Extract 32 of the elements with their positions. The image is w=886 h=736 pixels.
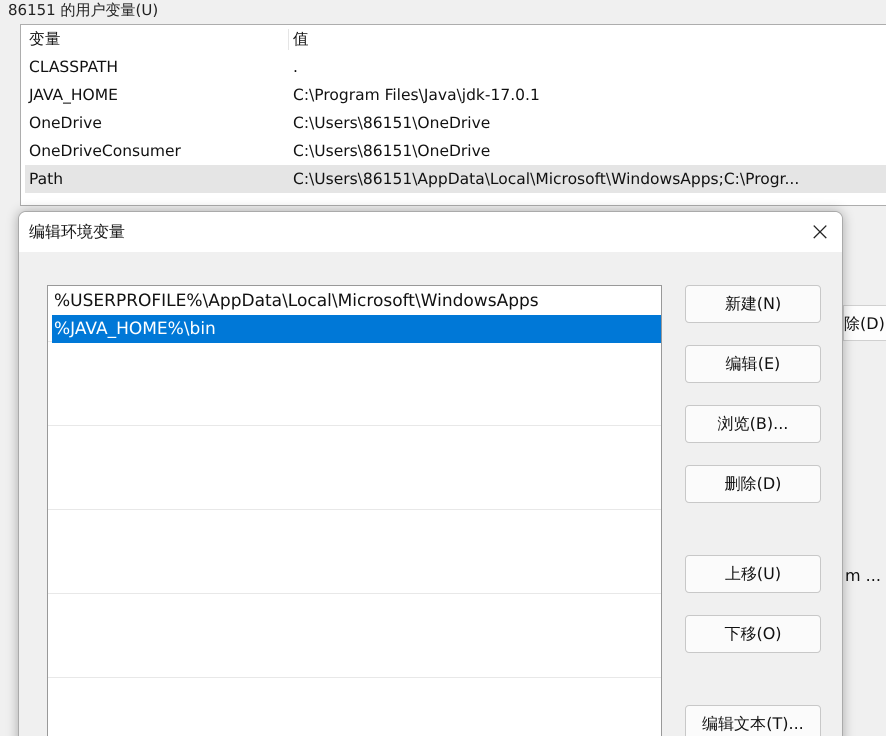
- path-list[interactable]: %USERPROFILE%\AppData\Local\Microsoft\WindowsApps %JAVA_HOME%\bin: [47, 285, 662, 736]
- table-row[interactable]: OneDrive C:\Users\86151\OneDrive: [25, 109, 886, 137]
- table-row[interactable]: JAVA_HOME C:\Program Files\Java\jdk-17.0.1: [25, 81, 886, 109]
- table-cell-text: C:\Users\86151\OneDrive: [292, 142, 492, 160]
- table-row[interactable]: CLASSPATH .: [25, 53, 886, 81]
- list-item[interactable]: %USERPROFILE%\AppData\Local\Microsoft\WindowsApps: [52, 287, 661, 315]
- table-cell-text: Path: [28, 170, 64, 188]
- table-row[interactable]: Path C:\Users\86151\AppData\Local\Microsoft\WindowsApps;C:\Progr...: [25, 165, 886, 193]
- table-cell-text: JAVA_HOME: [27, 86, 119, 104]
- column-header[interactable]: 变量: [25, 28, 289, 50]
- table-cell-text: C:\Users\86151\OneDrive: [292, 114, 492, 132]
- table-cell-text: .: [292, 58, 299, 76]
- table-cell-text: C:\Users\86151\AppData\Local\Microsoft\WindowsApps;C:\Progr...: [292, 170, 800, 188]
- dialog-button[interactable]: 浏览(B)...: [685, 405, 821, 443]
- close-button[interactable]: ×: [798, 212, 842, 252]
- table-cell-text: OneDrive: [28, 114, 103, 132]
- list-item[interactable]: %JAVA_HOME%\bin: [52, 315, 661, 343]
- table-cell-text: CLASSPATH: [28, 58, 119, 76]
- dialog-title: 编辑环境变量: [29, 222, 125, 242]
- dialog-button[interactable]: 删除(D): [685, 465, 821, 503]
- dialog-button[interactable]: 上移(U): [685, 555, 821, 593]
- group-title: 86151 的用户变量(U): [8, 0, 160, 20]
- dialog-button[interactable]: 新建(N): [685, 285, 821, 323]
- dialog-button[interactable]: 编辑(E): [685, 345, 821, 383]
- dialog-button[interactable]: 下移(O): [685, 615, 821, 653]
- dialog-button[interactable]: 编辑文本(T)...: [685, 705, 821, 736]
- column-header[interactable]: 值: [289, 28, 886, 50]
- delete-button[interactable]: 除(D): [843, 305, 886, 341]
- table-row[interactable]: OneDriveConsumer C:\Users\86151\OneDrive: [25, 137, 886, 165]
- table-cell-text: OneDriveConsumer: [28, 142, 182, 160]
- table-cell-text: C:\Program Files\Java\jdk-17.0.1: [292, 86, 541, 104]
- value-text: m ...: [845, 566, 881, 585]
